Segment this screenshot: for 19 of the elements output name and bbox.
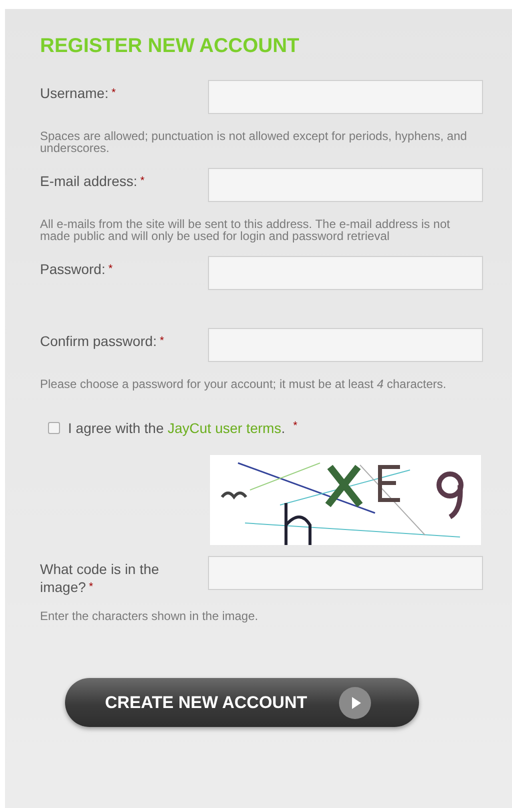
input-field[interactable] xyxy=(208,556,483,590)
checkbox[interactable] xyxy=(48,422,60,434)
play-icon xyxy=(339,686,372,718)
field-label: Password: * xyxy=(40,260,114,278)
input-field[interactable] xyxy=(208,80,483,114)
input-field[interactable] xyxy=(208,328,483,362)
input-field[interactable] xyxy=(208,168,483,202)
field-label: E-mail address: * xyxy=(40,172,146,190)
help-text: Please choose a password for your account; it must be at least 4 characters. xyxy=(40,378,448,390)
help-text: Enter the characters shown in the image. xyxy=(40,610,260,622)
input-field[interactable] xyxy=(208,256,483,290)
field-label: Confirm password: * xyxy=(40,332,165,350)
help-text: All e-mails from the site will be sent to this address. The e-mail address is not made public and will only be used for login and password retrieval xyxy=(40,218,451,242)
field-label: Username: * xyxy=(40,84,117,102)
terms-label: I agree with the JayCut user terms. * xyxy=(68,420,298,436)
help-text: Spaces are allowed; punctuation is not allowed except for periods, hyphens, and underscores. xyxy=(40,130,468,154)
form-title: REGISTER NEW ACCOUNT xyxy=(40,35,300,58)
field-label: What code is in the image? * xyxy=(40,560,160,596)
create-account-button[interactable]: CREATE NEW ACCOUNT xyxy=(65,678,419,727)
